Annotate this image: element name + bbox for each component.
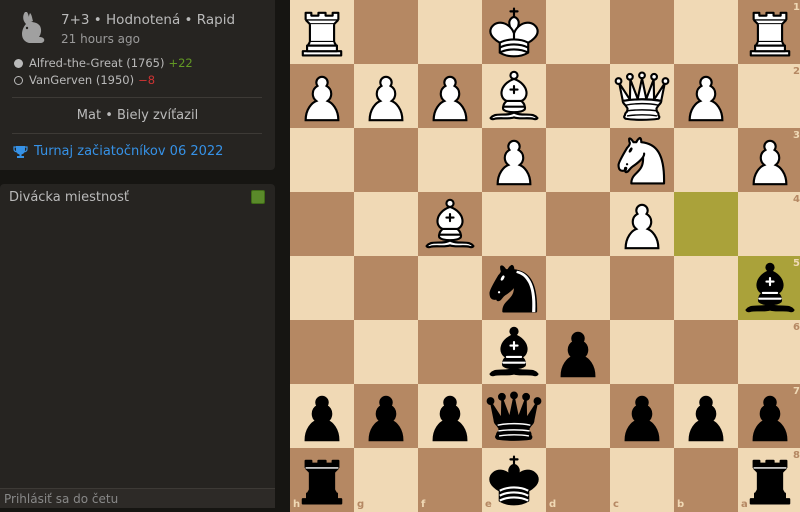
player-white: Alfred-the-Great (1765) +22 xyxy=(14,56,193,70)
white-pawn-h2[interactable] xyxy=(290,64,354,128)
square-f1[interactable] xyxy=(418,0,482,64)
white-rook-a1[interactable] xyxy=(738,0,800,64)
square-g4[interactable] xyxy=(354,192,418,256)
square-f5[interactable] xyxy=(418,256,482,320)
black-rook-h8[interactable] xyxy=(290,448,354,512)
square-b3[interactable] xyxy=(674,128,738,192)
square-d1[interactable] xyxy=(546,0,610,64)
square-f8[interactable] xyxy=(418,448,482,512)
square-d4[interactable] xyxy=(546,192,610,256)
square-h3[interactable] xyxy=(290,128,354,192)
square-g6[interactable] xyxy=(354,320,418,384)
black-bishop-a5[interactable] xyxy=(738,256,800,320)
player-white-rating-diff: +22 xyxy=(168,56,193,70)
white-pawn-c4[interactable] xyxy=(610,192,674,256)
square-f6[interactable] xyxy=(418,320,482,384)
file-label-b: b xyxy=(677,499,685,510)
rank-label-6: 6 xyxy=(793,322,800,333)
player-white-name[interactable]: Alfred-the-Great (1765) xyxy=(29,56,164,70)
chat-title: Divácka miestnosť xyxy=(9,190,130,205)
black-pawn-f7[interactable] xyxy=(418,384,482,448)
square-a4[interactable] xyxy=(738,192,800,256)
white-pawn-e3[interactable] xyxy=(482,128,546,192)
black-pawn-h7[interactable] xyxy=(290,384,354,448)
rabbit-icon xyxy=(22,12,45,43)
rank-label-2: 2 xyxy=(793,66,800,77)
file-label-c: c xyxy=(613,499,619,510)
white-king-e1[interactable] xyxy=(482,0,546,64)
chess-board[interactable]: 1234567hgfedcb8a xyxy=(290,0,800,512)
square-a6[interactable] xyxy=(738,320,800,384)
black-pawn-g7[interactable] xyxy=(354,384,418,448)
square-c6[interactable] xyxy=(610,320,674,384)
black-pawn-a7[interactable] xyxy=(738,384,800,448)
white-pawn-b2[interactable] xyxy=(674,64,738,128)
game-result: Mat • Biely zvíťazil xyxy=(76,108,199,123)
tournament-link[interactable]: Turnaj začiatočníkov 06 2022 xyxy=(13,144,223,159)
square-b5[interactable] xyxy=(674,256,738,320)
game-title: 7+3 • Hodnotená • Rapid xyxy=(61,12,236,28)
player-black-name[interactable]: VanGerven (1950) xyxy=(29,73,134,87)
square-d5[interactable] xyxy=(546,256,610,320)
square-g3[interactable] xyxy=(354,128,418,192)
chat-login-input[interactable]: Prihlásiť sa do četu xyxy=(0,488,275,508)
square-h5[interactable] xyxy=(290,256,354,320)
square-d3[interactable] xyxy=(546,128,610,192)
white-queen-c2[interactable] xyxy=(610,64,674,128)
black-bishop-e6[interactable] xyxy=(482,320,546,384)
divider xyxy=(12,97,262,98)
spectator-chat: Divácka miestnosť Prihlásiť sa do četu xyxy=(0,184,275,508)
square-c8[interactable] xyxy=(610,448,674,512)
square-b4[interactable] xyxy=(674,192,738,256)
square-h6[interactable] xyxy=(290,320,354,384)
game-info-panel: 7+3 • Hodnotená • Rapid 21 hours ago Alf… xyxy=(0,0,275,170)
white-knight-c3[interactable] xyxy=(610,128,674,192)
black-pawn-b7[interactable] xyxy=(674,384,738,448)
square-f3[interactable] xyxy=(418,128,482,192)
black-knight-e5[interactable] xyxy=(482,256,546,320)
square-d2[interactable] xyxy=(546,64,610,128)
white-color-icon xyxy=(14,58,23,68)
white-pawn-a3[interactable] xyxy=(738,128,800,192)
square-a2[interactable] xyxy=(738,64,800,128)
chat-toggle-checkbox[interactable] xyxy=(251,190,265,204)
white-pawn-f2[interactable] xyxy=(418,64,482,128)
square-g1[interactable] xyxy=(354,0,418,64)
white-bishop-f4[interactable] xyxy=(418,192,482,256)
square-b6[interactable] xyxy=(674,320,738,384)
file-label-f: f xyxy=(421,499,426,510)
tournament-name[interactable]: Turnaj začiatočníkov 06 2022 xyxy=(34,144,223,159)
black-king-e8[interactable] xyxy=(482,448,546,512)
rank-label-4: 4 xyxy=(793,194,800,205)
white-rook-h1[interactable] xyxy=(290,0,354,64)
divider xyxy=(12,133,262,134)
trophy-icon xyxy=(13,145,28,158)
player-black-rating-diff: −8 xyxy=(138,73,156,87)
file-label-g: g xyxy=(357,499,365,510)
file-label-d: d xyxy=(549,499,557,510)
black-rook-a8[interactable] xyxy=(738,448,800,512)
sidebar: 7+3 • Hodnotená • Rapid 21 hours ago Alf… xyxy=(0,0,290,508)
black-pawn-c7[interactable] xyxy=(610,384,674,448)
black-queen-e7[interactable] xyxy=(482,384,546,448)
square-h4[interactable] xyxy=(290,192,354,256)
black-color-icon xyxy=(14,75,23,85)
black-pawn-d6[interactable] xyxy=(546,320,610,384)
square-c1[interactable] xyxy=(610,0,674,64)
game-time-ago: 21 hours ago xyxy=(61,32,140,46)
white-pawn-g2[interactable] xyxy=(354,64,418,128)
square-c5[interactable] xyxy=(610,256,674,320)
square-d7[interactable] xyxy=(546,384,610,448)
square-g5[interactable] xyxy=(354,256,418,320)
square-b1[interactable] xyxy=(674,0,738,64)
player-black: VanGerven (1950) −8 xyxy=(14,73,155,87)
white-bishop-e2[interactable] xyxy=(482,64,546,128)
square-e4[interactable] xyxy=(482,192,546,256)
